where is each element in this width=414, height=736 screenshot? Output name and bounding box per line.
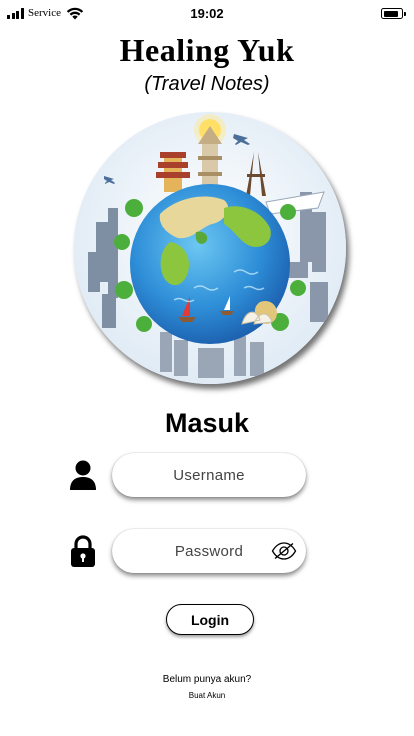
login-heading: Masuk xyxy=(164,408,250,438)
app-subtitle: (Travel Notes) xyxy=(144,73,270,95)
eye-slash-icon[interactable] xyxy=(271,541,297,561)
username-field[interactable] xyxy=(112,453,306,497)
password-field[interactable] xyxy=(112,529,306,573)
travel-globe-illustration xyxy=(74,112,346,384)
signup-link[interactable]: Buat Akun xyxy=(0,691,414,700)
lock-icon xyxy=(71,535,95,567)
username-input[interactable] xyxy=(112,453,306,497)
status-time: 19:02 xyxy=(190,6,224,21)
user-icon xyxy=(70,460,96,490)
login-button[interactable]: Login xyxy=(166,604,254,635)
battery-icon xyxy=(381,8,406,19)
app-title: Healing Yuk xyxy=(119,32,295,68)
signup-prompt: Belum punya akun? xyxy=(162,674,252,685)
status-bar: Service 19:02 xyxy=(0,0,414,28)
